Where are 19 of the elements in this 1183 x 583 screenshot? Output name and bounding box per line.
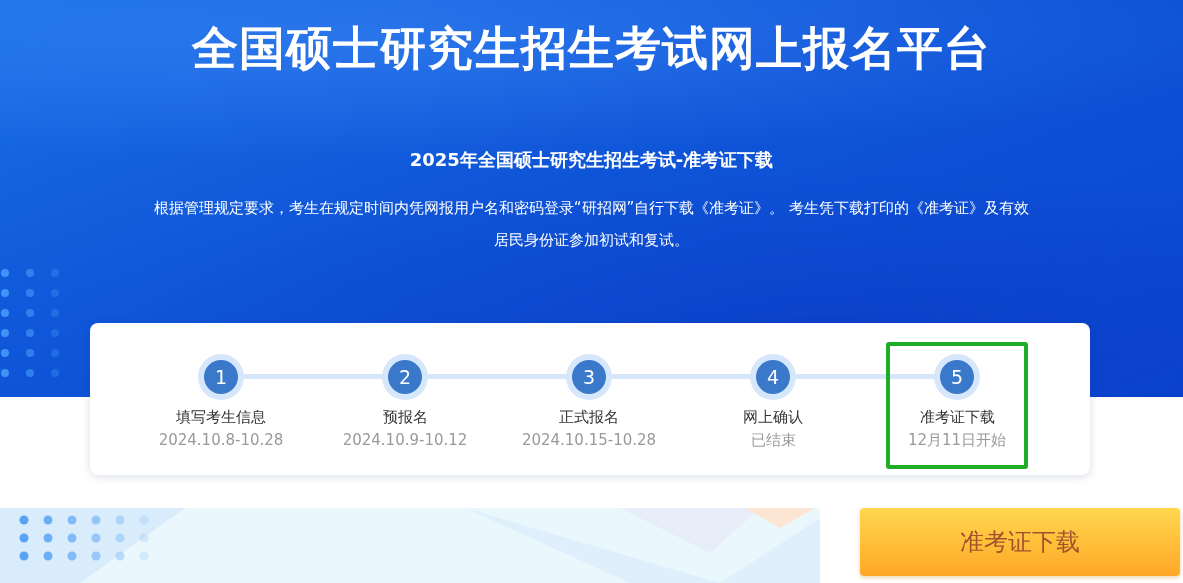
step-label: 正式报名	[559, 408, 619, 427]
step-label: 填写考生信息	[176, 408, 266, 427]
page-title: 全国硕士研究生招生考试网上报名平台	[192, 20, 991, 77]
step-number: 3	[566, 354, 612, 400]
download-button[interactable]: 准考证下载	[860, 508, 1180, 576]
step-date: 2024.10.9-10.12	[342, 431, 468, 449]
section-title: 2025年全国硕士研究生招生考试-准考证下载	[409, 148, 774, 172]
step-number: 2	[382, 354, 428, 400]
step-label: 预报名	[382, 408, 428, 427]
step-date: 12月11日开始	[907, 431, 1007, 450]
step-number: 1	[198, 354, 244, 400]
step-label: 准考证下载	[919, 408, 995, 427]
step-number: 5	[934, 354, 980, 400]
step-date: 2024.10.15-10.28	[521, 431, 657, 449]
notice-text: 根据管理规定要求，考生在规定时间内凭网报用户名和密码登录“研招网”自行下载《准考证》。 考生凭下载打印的《准考证》及有效居民身份证参加初试和复试。	[152, 198, 1031, 251]
step-date: 2024.10.8-10.28	[158, 431, 284, 449]
step-label: 网上确认	[743, 408, 803, 427]
step-date: 已结束	[750, 431, 796, 450]
step-number: 4	[750, 354, 796, 400]
